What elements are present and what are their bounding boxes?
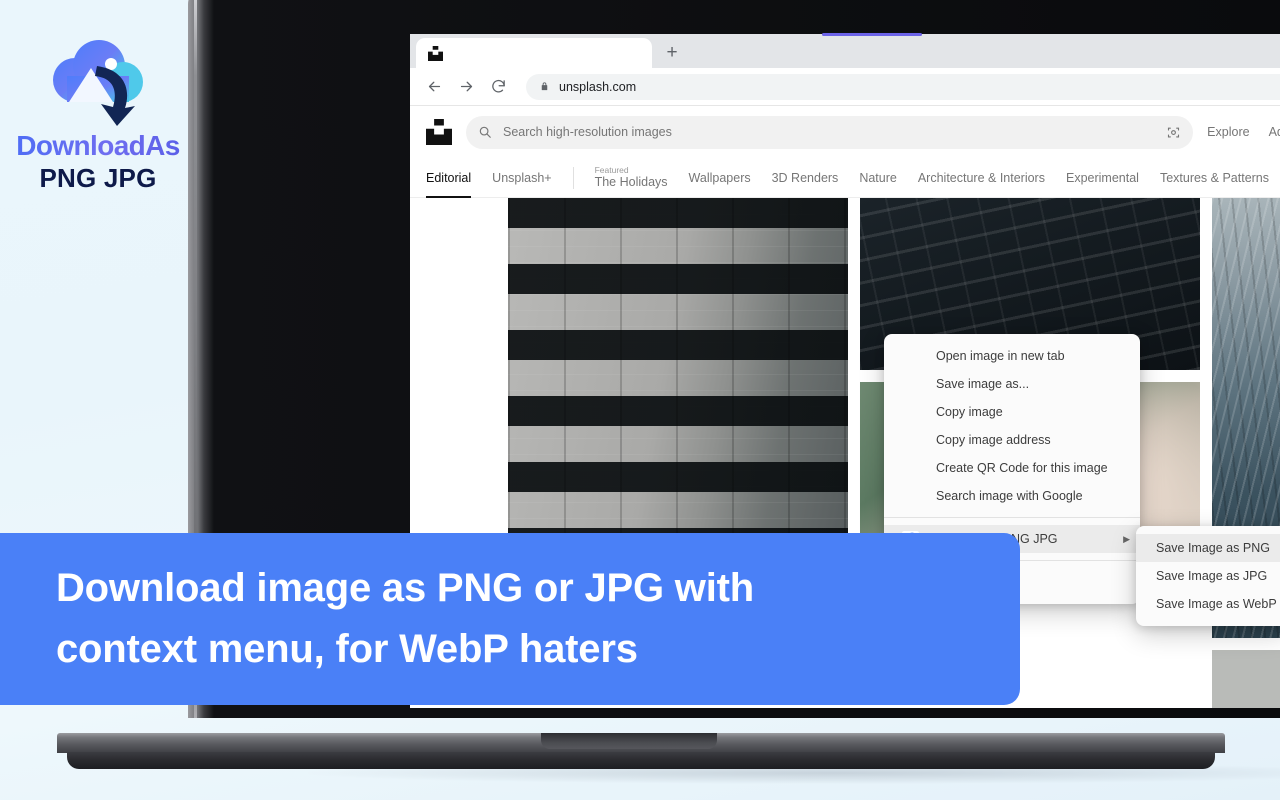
category-3d-renders[interactable]: 3D Renders (772, 158, 839, 198)
unsplash-logo-icon[interactable] (426, 119, 452, 145)
browser-tab[interactable] (416, 38, 652, 68)
submenu-item-save-image-as-webp[interactable]: Save Image as WebP (1136, 590, 1280, 618)
laptop-base-notch (541, 733, 718, 749)
brand-name: DownloadAs (16, 130, 180, 161)
submenu-item-save-image-as-jpg[interactable]: Save Image as JPG (1136, 562, 1280, 590)
reload-icon[interactable] (484, 73, 512, 101)
cloud-image-download-icon (53, 40, 143, 126)
site-header: Search high-resolution images Explore Ad… (410, 106, 1280, 158)
submenu-item-save-image-as-png[interactable]: Save Image as PNG (1136, 534, 1280, 562)
category-architecture-interiors[interactable]: Architecture & Interiors (918, 158, 1045, 198)
search-placeholder: Search high-resolution images (503, 125, 672, 139)
context-menu-item-copy-image-address[interactable]: Copy image address (884, 426, 1140, 454)
category-bar: Editorial Unsplash+ Featured The Holiday… (410, 158, 1280, 198)
lid-accent-line (822, 33, 922, 36)
category-nature[interactable]: Nature (859, 158, 897, 198)
category-editorial[interactable]: Editorial (426, 158, 472, 198)
lock-icon (541, 82, 548, 91)
brand-subtitle: PNG JPG (39, 163, 157, 193)
category-experimental[interactable]: Experimental (1066, 158, 1139, 198)
building-facade-photo[interactable] (508, 198, 848, 558)
category-unsplash-plus[interactable]: Unsplash+ (492, 158, 551, 198)
promo-caption-banner: Download image as PNG or JPG with contex… (0, 533, 1020, 705)
category-textures-patterns[interactable]: Textures & Patterns (1160, 158, 1269, 198)
context-menu-item-open-image-in-new-tab[interactable]: Open image in new tab (884, 342, 1140, 370)
site-nav: Explore Advertise Unsplash+ Lo (1207, 121, 1280, 143)
laptop-base (57, 733, 1225, 769)
browser-toolbar: unsplash.com (410, 68, 1280, 106)
address-bar-url: unsplash.com (559, 79, 637, 94)
arrow-left-icon[interactable] (420, 73, 448, 101)
unsplash-favicon (428, 45, 443, 61)
promo-caption-line-2: context menu, for WebP haters (56, 627, 638, 671)
promo-caption-text: Download image as PNG or JPG with contex… (0, 558, 794, 680)
context-menu-item-create-qr-code[interactable]: Create QR Code for this image (884, 454, 1140, 482)
search-input[interactable]: Search high-resolution images (466, 115, 1194, 149)
context-menu-separator (884, 517, 1140, 518)
site-nav-link-advertise[interactable]: Advertise (1269, 125, 1280, 139)
featured-tag: Featured (594, 164, 629, 175)
address-bar[interactable]: unsplash.com (526, 73, 1280, 100)
search-icon (479, 126, 491, 138)
category-the-holidays[interactable]: Featured The Holidays (595, 158, 668, 198)
context-menu-item-save-image-as[interactable]: Save image as... (884, 370, 1140, 398)
photo-column-3 (1212, 198, 1280, 708)
grey-placeholder-photo[interactable] (1212, 650, 1280, 708)
browser-tab-strip: + (410, 34, 1280, 68)
arrow-right-icon[interactable] (452, 73, 480, 101)
visual-search-icon[interactable] (1166, 125, 1181, 140)
site-nav-link-explore[interactable]: Explore (1207, 125, 1249, 139)
context-menu-item-search-image-with-google[interactable]: Search image with Google (884, 482, 1140, 510)
context-submenu: Save Image as PNG Save Image as JPG Save… (1136, 526, 1280, 626)
promo-caption-line-1: Download image as PNG or JPG with (56, 566, 754, 611)
chevron-right-icon: ▶ (1123, 533, 1130, 544)
laptop-base-front (67, 752, 1215, 769)
category-wallpapers[interactable]: Wallpapers (689, 158, 751, 198)
category-divider (572, 166, 574, 189)
new-tab-button[interactable]: + (658, 38, 686, 66)
context-menu-item-copy-image[interactable]: Copy image (884, 398, 1140, 426)
category-label: The Holidays (594, 175, 668, 190)
